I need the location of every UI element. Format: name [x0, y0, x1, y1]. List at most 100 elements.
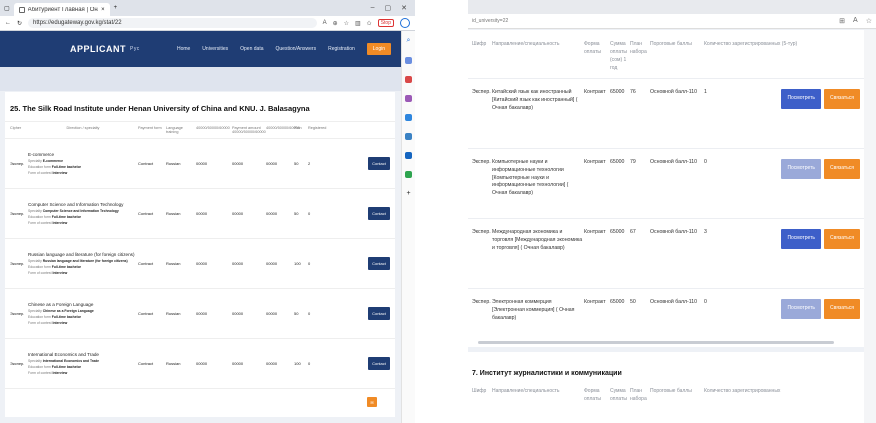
specialty-value: International Economics and Trade	[42, 359, 100, 363]
maximize-icon[interactable]: ▢	[385, 4, 392, 12]
r-col-cipher: Шифр	[472, 41, 487, 47]
specialty-line: Specialty International Economics and Tr…	[28, 359, 138, 363]
r-col-threshold: Пороговые баллы	[650, 41, 692, 47]
office-icon[interactable]	[405, 133, 412, 140]
shopping-icon[interactable]	[405, 76, 412, 83]
cell-threshold: Основной балл-110	[650, 159, 698, 165]
cell-threshold: Основной балл-110	[650, 229, 698, 235]
language-switch[interactable]: Рус	[130, 46, 140, 52]
contact-button[interactable]: Contact	[368, 257, 390, 270]
form-value: Full-time bachelor	[51, 165, 81, 169]
exam-label: Form of contest	[28, 371, 52, 375]
chat-button[interactable]: ✉	[367, 397, 377, 407]
close-window-icon[interactable]: ✕	[401, 4, 407, 12]
contact-button[interactable]: Связаться	[824, 299, 860, 319]
cell-cipher: Экспер.	[10, 311, 25, 316]
specialty-value: Russian language and literature (for for…	[42, 259, 128, 263]
hero-strip	[0, 67, 401, 91]
right-url-text[interactable]: id_university=22	[472, 18, 508, 24]
zoom-icon[interactable]: ⊕	[333, 20, 338, 27]
tools-icon[interactable]	[405, 95, 412, 102]
row-actions: Посмотреть Связаться	[726, 229, 860, 249]
cell-amount-a: 00000	[196, 361, 208, 366]
cell-payment: Контракт	[584, 89, 606, 95]
login-button[interactable]: Login	[366, 43, 391, 55]
exam-label: Form of contest	[28, 221, 52, 225]
cell-direction: Электронная коммерция [Электронная комме…	[492, 299, 575, 321]
contact-button[interactable]: Связаться	[824, 89, 860, 109]
exam-line: Form of contest Interview	[28, 371, 138, 375]
contact-button[interactable]: Связаться	[824, 159, 860, 179]
direction-name: Chinese as a Foreign Language	[28, 302, 94, 307]
cell-registered: 0	[308, 211, 311, 216]
cell-direction: Международная экономика и торговля [Межд…	[492, 229, 583, 251]
cell-sum: 65000	[610, 159, 625, 165]
games-icon[interactable]	[405, 114, 412, 121]
translate-icon[interactable]: A	[323, 20, 327, 26]
contact-button[interactable]: Contact	[368, 207, 390, 220]
view-button[interactable]: Посмотреть	[781, 89, 822, 109]
tab-title: Абитуриент Главная | Онлайн	[27, 6, 98, 13]
read-aloud-icon[interactable]: A	[853, 17, 858, 25]
cell-cipher: Экспер.	[10, 261, 25, 266]
outlook-icon[interactable]	[405, 152, 412, 159]
new-tab-icon[interactable]: +	[114, 5, 118, 11]
search-icon[interactable]: ⌕	[407, 37, 411, 45]
cell-registered: 0	[704, 159, 707, 165]
favorites-icon[interactable]: ✩	[367, 20, 372, 27]
exam-line: Form of contest Interview	[28, 271, 138, 275]
drop-icon[interactable]	[405, 171, 412, 178]
contact-button[interactable]: Связаться	[824, 229, 860, 249]
exam-value: Interview	[52, 271, 68, 275]
view-button[interactable]: Посмотреть	[781, 229, 822, 249]
cell-language: Russian	[166, 311, 181, 316]
minimize-icon[interactable]: –	[371, 4, 375, 12]
cell-amount-c: 00000	[266, 361, 278, 366]
browser-tab[interactable]: Абитуриент Главная | Онлайн ×	[13, 3, 110, 16]
back-icon[interactable]: ←	[5, 20, 11, 26]
cell-direction: Computer Science and Information Technol…	[28, 202, 138, 225]
cell-registered: 0	[308, 311, 311, 316]
cell-direction: E-commerce Specialty E-commerce Education …	[28, 152, 138, 175]
cell-amount-c: 00000	[266, 161, 278, 166]
cell-plan: 67	[630, 229, 636, 235]
cell-plan: 50	[294, 211, 299, 216]
add-icon[interactable]: +	[406, 190, 410, 197]
table-row: Экспер. Международная экономика и торговл…	[468, 218, 864, 288]
copilot-icon[interactable]	[405, 57, 412, 64]
contact-button[interactable]: Contact	[368, 357, 390, 370]
cell-amount-a: 00000	[196, 161, 208, 166]
star-icon[interactable]: ☆	[344, 20, 349, 27]
favorite-icon[interactable]: ☆	[866, 17, 872, 25]
cell-payment: Contract	[138, 261, 154, 266]
contact-button[interactable]: Contact	[368, 307, 390, 320]
specialty-line: Specialty E-commerce	[28, 159, 138, 163]
specialty-label: Specialty	[28, 209, 42, 213]
cell-plan: 50	[294, 311, 299, 316]
split-view-icon[interactable]: ⊞	[839, 17, 845, 25]
exam-line: Form of contest Interview	[28, 171, 138, 175]
nav-home[interactable]: Home	[177, 46, 190, 52]
view-button[interactable]: Посмотреть	[781, 159, 822, 179]
cell-amount-b: 00000	[232, 311, 244, 316]
url-field[interactable]: https://edugateway.gov.kg/stat/22	[28, 18, 317, 28]
site-logo[interactable]: APPLICANT Рус	[70, 44, 140, 54]
nav-registration[interactable]: Registration	[328, 46, 355, 52]
nav-universities[interactable]: Universities	[202, 46, 228, 52]
nav-open-data[interactable]: Open data	[240, 46, 263, 52]
horizontal-scrollbar[interactable]	[478, 341, 834, 344]
close-tab-icon[interactable]: ×	[101, 7, 105, 13]
exam-label: Form of contest	[28, 171, 52, 175]
cell-amount-a: 00000	[196, 311, 208, 316]
form-label: Education form	[28, 365, 51, 369]
view-button[interactable]: Посмотреть	[781, 299, 822, 319]
contact-button[interactable]: Contact	[368, 157, 390, 170]
nav-questions[interactable]: Question/Answers	[276, 46, 317, 52]
toolbar-icons: A ⊕ ☆ ▥ ✩ Stop	[323, 18, 410, 28]
profile-icon[interactable]	[400, 18, 410, 28]
extension-box[interactable]: Stop	[377, 19, 394, 27]
specialty-value: Chinese as a Foreign Language	[42, 309, 94, 313]
split-icon[interactable]: ▥	[355, 20, 361, 27]
reload-icon[interactable]: ↻	[17, 20, 22, 27]
window-menu-icon[interactable]: ▢	[4, 5, 10, 12]
